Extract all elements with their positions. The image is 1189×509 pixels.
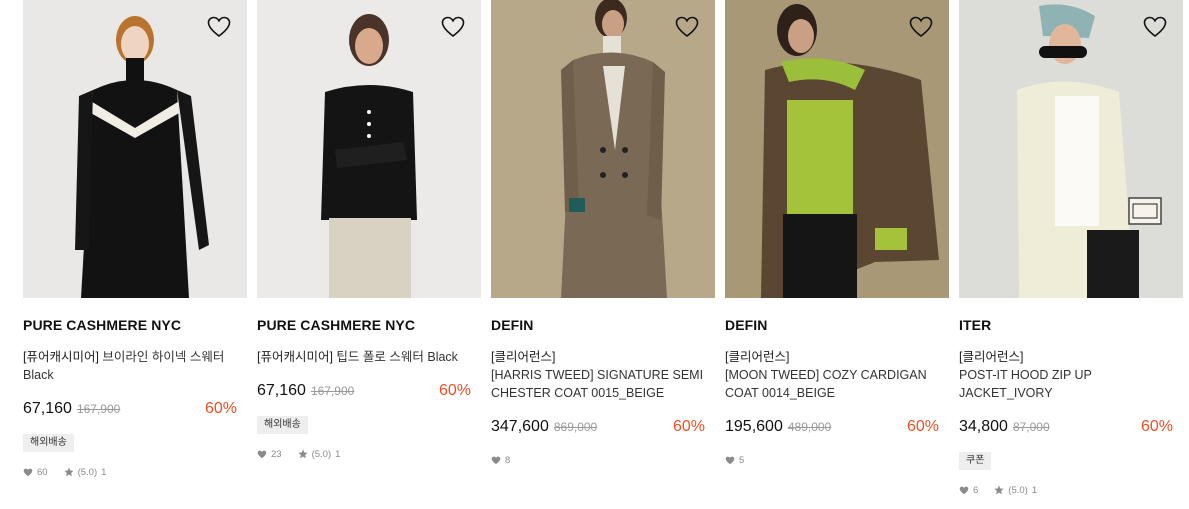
original-price: 87,000: [1012, 420, 1050, 434]
brand-name[interactable]: ITER: [959, 317, 1183, 334]
price-row: 67,160 167,900 60%: [23, 400, 247, 422]
sale-price: 34,800: [959, 418, 1008, 435]
sale-price: 347,600: [491, 418, 549, 435]
like-count: 6: [973, 484, 979, 496]
coupon-badge: 쿠폰: [959, 452, 992, 470]
product-name[interactable]: [퓨어캐시미어] 팁드 폴로 스웨터 Black: [257, 348, 481, 366]
wishlist-button[interactable]: [207, 16, 231, 38]
wishlist-button[interactable]: [675, 16, 699, 38]
product-name[interactable]: [클리어런스] POST-IT HOOD ZIP UP JACKET_IVORY: [959, 348, 1183, 402]
product-card[interactable]: PURE CASHMERE NYC [퓨어캐시미어] 브이라인 하이넥 스웨터 B…: [23, 0, 247, 496]
rating-score: (5.0): [77, 466, 98, 478]
product-meta: 8: [491, 454, 715, 466]
review-count: 1: [1031, 484, 1038, 496]
overseas-shipping-badge: 해외배송: [23, 434, 74, 452]
wishlist-button[interactable]: [441, 16, 465, 38]
discount-rate: 60%: [906, 418, 939, 435]
sale-price: 67,160: [257, 382, 306, 399]
price-row: 195,600 489,000 60%: [725, 418, 949, 440]
price-row: 67,160 167,900 60%: [257, 382, 481, 404]
product-image[interactable]: [491, 0, 715, 298]
review-count: 1: [101, 466, 107, 478]
rating-score: (5.0): [1008, 484, 1028, 496]
star-icon: [297, 449, 308, 459]
discount-rate: 60%: [204, 400, 237, 417]
like-count: 5: [739, 454, 745, 466]
discount-rate: 60%: [672, 418, 705, 435]
product-card[interactable]: PURE CASHMERE NYC [퓨어캐시미어] 팁드 폴로 스웨터 Bla…: [257, 0, 481, 496]
heart-icon: [959, 486, 969, 494]
like-count: 23: [271, 448, 282, 460]
heart-outline-icon: [441, 16, 465, 38]
product-name[interactable]: [클리어런스] [HARRIS TWEED] SIGNATURE SEMI CHE…: [491, 348, 715, 402]
heart-outline-icon: [675, 16, 699, 38]
like-count: 8: [505, 454, 511, 466]
like-count: 60: [37, 466, 48, 478]
discount-rate: 60%: [438, 382, 471, 399]
heart-icon: [23, 468, 33, 476]
original-price: 869,000: [553, 420, 598, 434]
product-image[interactable]: [725, 0, 949, 298]
heart-icon: [491, 456, 501, 464]
star-icon: [994, 485, 1004, 495]
original-price: 167,900: [76, 402, 121, 416]
brand-name[interactable]: PURE CASHMERE NYC: [23, 317, 247, 334]
heart-outline-icon: [1143, 16, 1167, 38]
sale-price: 195,600: [725, 418, 783, 435]
product-meta: 60 (5.0) 1: [23, 466, 247, 478]
product-meta: 5: [725, 454, 949, 466]
wishlist-button[interactable]: [909, 16, 933, 38]
overseas-shipping-badge: 해외배송: [257, 416, 308, 434]
wishlist-button[interactable]: [1143, 16, 1167, 38]
product-name[interactable]: [클리어런스] [MOON TWEED] COZY CARDIGAN COAT 0…: [725, 348, 949, 402]
product-card[interactable]: DEFIN [클리어런스] [HARRIS TWEED] SIGNATURE SE…: [491, 0, 715, 496]
original-price: 489,000: [787, 420, 832, 434]
original-price: 167,900: [310, 384, 355, 398]
brand-name[interactable]: PURE CASHMERE NYC: [257, 317, 481, 334]
heart-icon: [257, 450, 267, 458]
product-meta: 23 (5.0) 1: [257, 448, 481, 460]
rating-score: (5.0): [311, 448, 332, 460]
sale-price: 67,160: [23, 400, 72, 417]
product-name[interactable]: [퓨어캐시미어] 브이라인 하이넥 스웨터 Black: [23, 348, 247, 384]
product-image[interactable]: [23, 0, 247, 298]
heart-outline-icon: [909, 16, 933, 38]
heart-icon: [725, 456, 735, 464]
discount-rate: 60%: [1140, 418, 1173, 435]
product-card[interactable]: ITER [클리어런스] POST-IT HOOD ZIP UP JACKET_I…: [959, 0, 1183, 496]
brand-name[interactable]: DEFIN: [725, 317, 949, 334]
heart-outline-icon: [207, 16, 231, 38]
product-image[interactable]: [257, 0, 481, 298]
product-grid: PURE CASHMERE NYC [퓨어캐시미어] 브이라인 하이넥 스웨터 B…: [23, 0, 1183, 496]
review-count: 1: [335, 448, 341, 460]
star-icon: [63, 467, 74, 477]
product-card[interactable]: DEFIN [클리어런스] [MOON TWEED] COZY CARDIGAN …: [725, 0, 949, 496]
brand-name[interactable]: DEFIN: [491, 317, 715, 334]
price-row: 34,800 87,000 60%: [959, 418, 1183, 440]
product-meta: 6 (5.0) 1: [959, 484, 1183, 496]
price-row: 347,600 869,000 60%: [491, 418, 715, 440]
product-image[interactable]: [959, 0, 1183, 298]
